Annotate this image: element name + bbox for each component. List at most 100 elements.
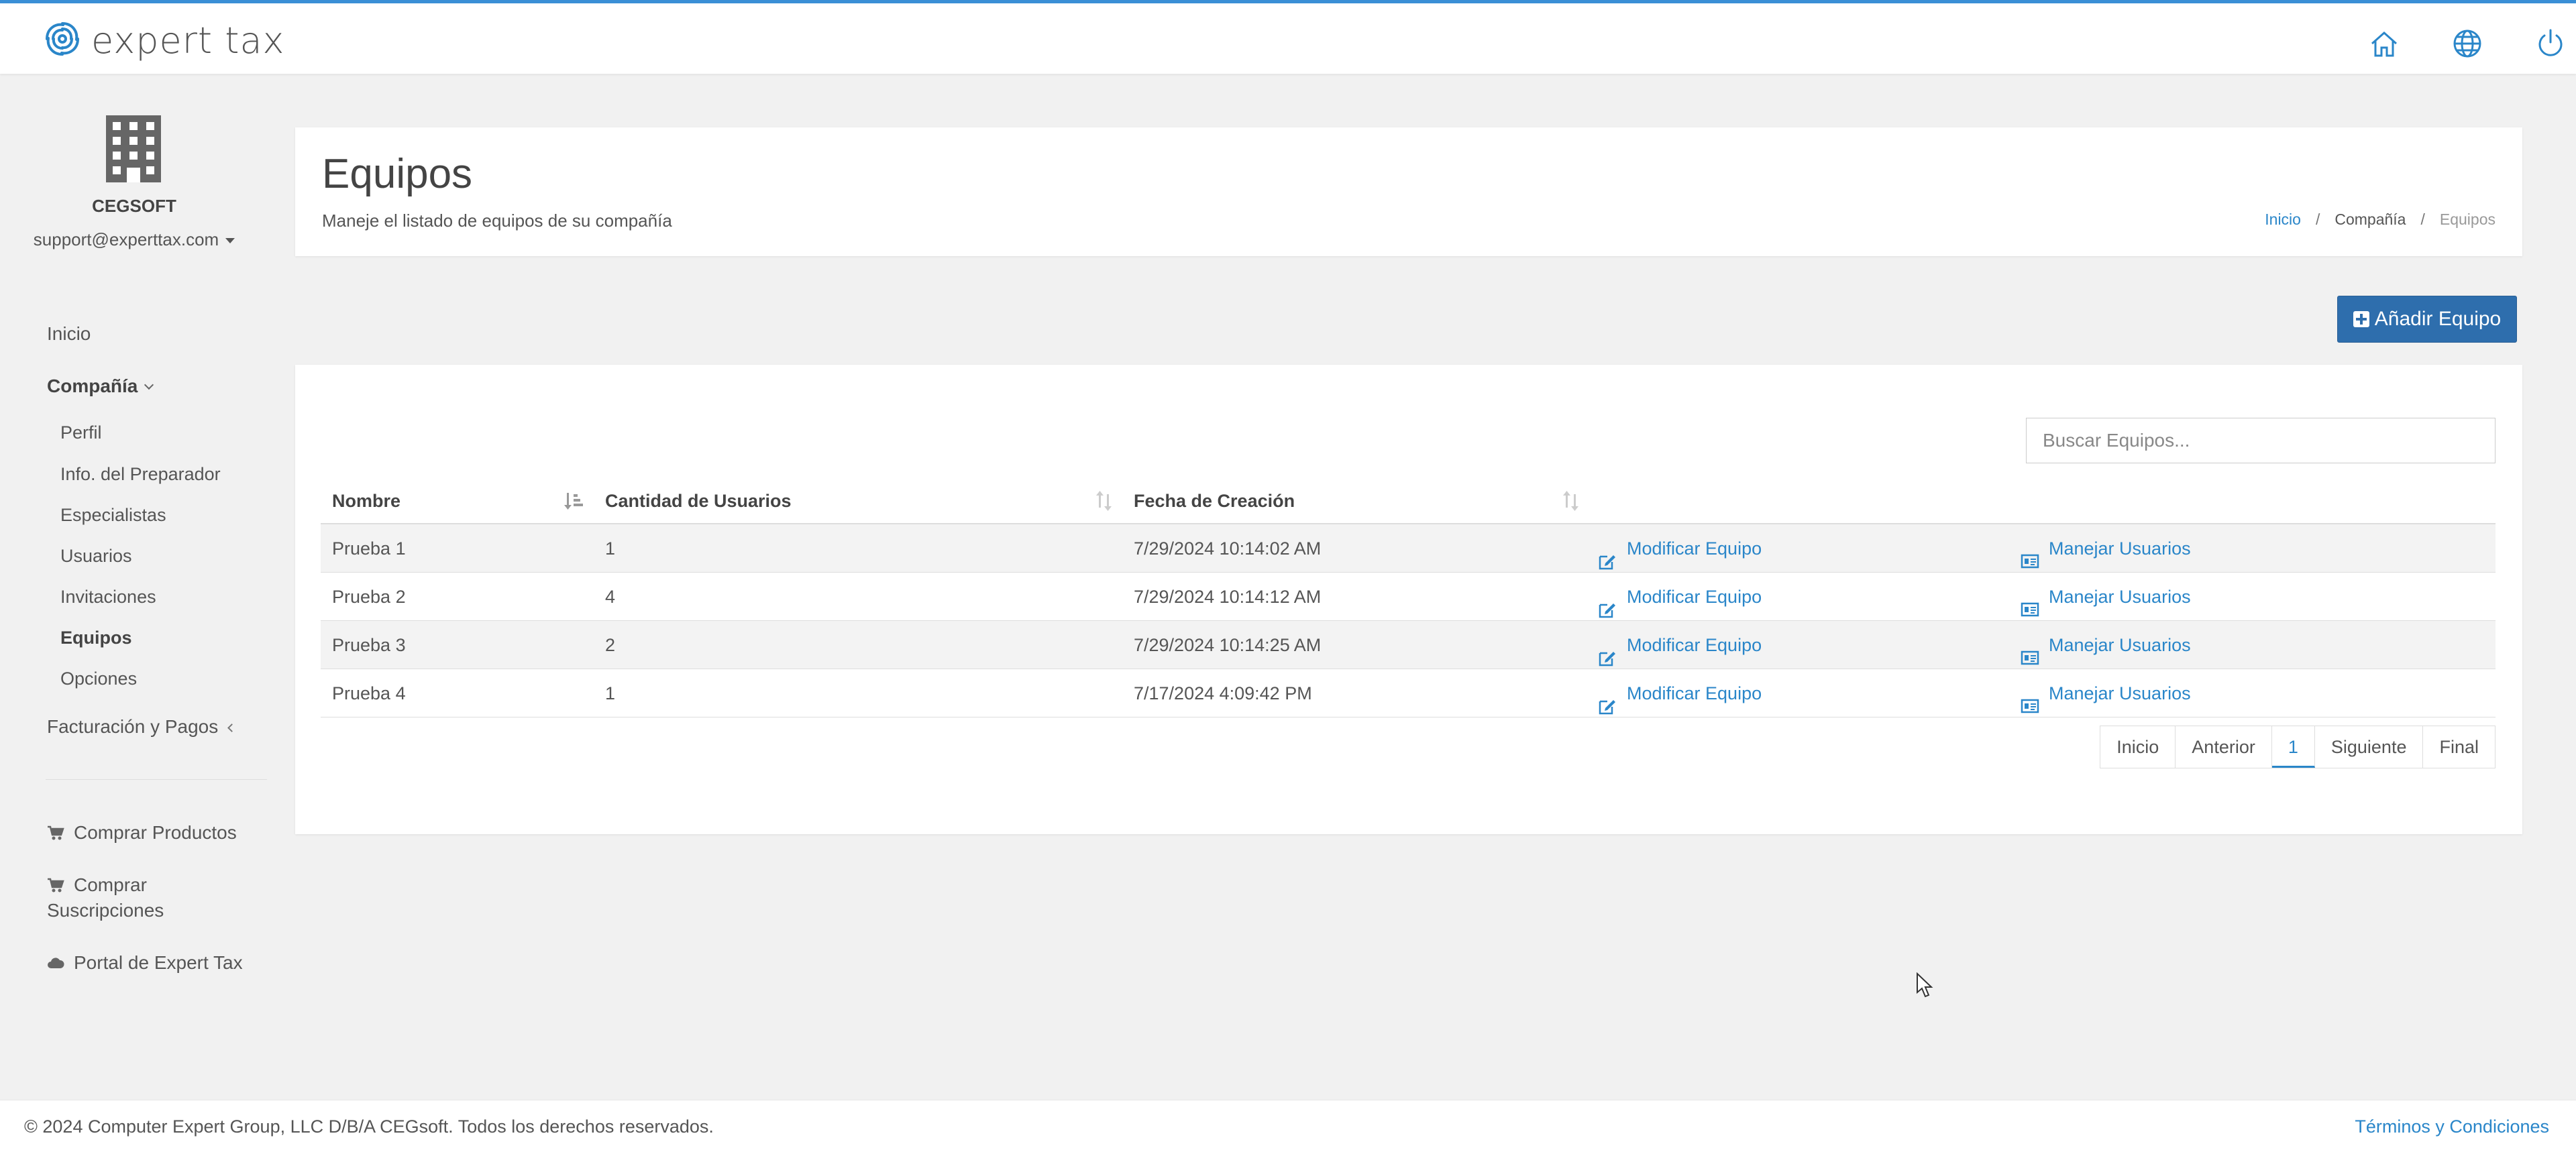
search-input[interactable]: [2026, 418, 2496, 463]
cell-name: Prueba 3: [332, 635, 406, 655]
manage-users-link[interactable]: Manejar Usuarios: [2021, 669, 2191, 717]
top-bar: expert tax: [0, 0, 2576, 74]
sidebar-item-equipos[interactable]: Equipos: [60, 628, 132, 648]
logo[interactable]: expert tax: [43, 19, 285, 62]
breadcrumb: Inicio / Compañía / Equipos: [2265, 211, 2496, 229]
table-row: Prueba 1 1 7/29/2024 10:14:02 AM Modific…: [321, 524, 2496, 573]
power-icon[interactable]: [2532, 25, 2569, 62]
sort-asc-icon[interactable]: [564, 490, 585, 512]
building-icon: [105, 114, 162, 184]
sidebar-item-inicio[interactable]: Inicio: [47, 323, 91, 345]
table-row: Prueba 2 4 7/29/2024 10:14:12 AM Modific…: [321, 573, 2496, 621]
sidebar-item-label: Facturación y Pagos: [47, 716, 219, 737]
cart-icon: [47, 876, 64, 892]
page-header-card: Equipos Maneje el listado de equipos de …: [295, 127, 2522, 256]
breadcrumb-separator: /: [2315, 211, 2320, 228]
column-header-fecha[interactable]: Fecha de Creación: [1134, 477, 1295, 524]
edit-team-label: Modificar Equipo: [1627, 635, 1762, 655]
id-card-icon: [2021, 636, 2039, 665]
sidebar-item-compania[interactable]: Compañía: [47, 376, 154, 397]
sidebar-item-label: Portal de Expert Tax: [74, 952, 243, 973]
breadcrumb-separator: /: [2420, 211, 2425, 228]
caret-down-icon: [225, 238, 235, 244]
add-team-button[interactable]: Añadir Equipo: [2337, 296, 2517, 343]
cell-name: Prueba 2: [332, 587, 406, 607]
add-team-label: Añadir Equipo: [2374, 308, 2502, 330]
user-email: support@experttax.com: [33, 229, 219, 249]
pagination-first[interactable]: Inicio: [2100, 726, 2176, 768]
pagination: Inicio Anterior 1 Siguiente Final: [2100, 726, 2496, 768]
breadcrumb-equipos: Equipos: [2439, 211, 2496, 228]
edit-team-link[interactable]: Modificar Equipo: [1599, 669, 1762, 717]
table-header: Nombre Cantidad de Usuarios Fecha de Cre…: [321, 477, 2496, 524]
cell-users: 1: [605, 538, 616, 559]
globe-icon[interactable]: [2449, 25, 2486, 62]
cell-users: 2: [605, 635, 616, 655]
sidebar-item-opciones[interactable]: Opciones: [60, 669, 137, 689]
manage-users-label: Manejar Usuarios: [2049, 587, 2191, 607]
cell-created: 7/29/2024 10:14:12 AM: [1134, 587, 1322, 607]
cell-name: Prueba 1: [332, 538, 406, 559]
company-name: CEGSOFT: [92, 196, 176, 216]
column-header-cantidad[interactable]: Cantidad de Usuarios: [605, 477, 792, 524]
manage-users-link[interactable]: Manejar Usuarios: [2021, 524, 2191, 573]
logo-text: expert tax: [91, 19, 285, 62]
terms-link[interactable]: Términos y Condiciones: [2355, 1116, 2549, 1137]
copyright-text: © 2024 Computer Expert Group, LLC D/B/A …: [24, 1116, 714, 1137]
sidebar-item-especialistas[interactable]: Especialistas: [60, 505, 166, 526]
sidebar-item-label: Compañía: [47, 376, 138, 396]
manage-users-label: Manejar Usuarios: [2049, 538, 2191, 559]
cell-users: 4: [605, 587, 616, 607]
edit-icon: [1599, 588, 1617, 618]
column-header-nombre[interactable]: Nombre: [332, 477, 400, 524]
page-subtitle: Maneje el listado de equipos de su compa…: [322, 211, 672, 231]
id-card-icon: [2021, 540, 2039, 569]
sidebar-item-portal[interactable]: Portal de Expert Tax: [47, 952, 243, 974]
chevron-left-icon: [227, 724, 237, 732]
sidebar-item-preparador[interactable]: Info. del Preparador: [60, 464, 221, 485]
manage-users-link[interactable]: Manejar Usuarios: [2021, 573, 2191, 621]
cell-created: 7/29/2024 10:14:02 AM: [1134, 538, 1322, 559]
breadcrumb-compania[interactable]: Compañía: [2334, 211, 2406, 229]
logo-swirl-icon: [43, 19, 82, 62]
user-dropdown[interactable]: support@experttax.com: [0, 229, 268, 250]
cell-created: 7/17/2024 4:09:42 PM: [1134, 683, 1312, 703]
manage-users-link[interactable]: Manejar Usuarios: [2021, 621, 2191, 669]
sidebar-item-label-line2[interactable]: Suscripciones: [47, 900, 164, 921]
home-icon[interactable]: [2365, 25, 2403, 62]
edit-icon: [1599, 636, 1617, 667]
teams-table: Nombre Cantidad de Usuarios Fecha de Cre…: [321, 477, 2496, 717]
pagination-last[interactable]: Final: [2423, 726, 2495, 768]
breadcrumb-inicio[interactable]: Inicio: [2265, 211, 2301, 229]
edit-team-link[interactable]: Modificar Equipo: [1599, 524, 1762, 573]
sidebar-item-label: Comprar: [74, 874, 147, 895]
sidebar-item-label: Comprar Productos: [74, 822, 237, 843]
edit-icon: [1599, 685, 1617, 715]
edit-icon: [1599, 540, 1617, 570]
chevron-down-icon: [144, 380, 154, 390]
sidebar-item-comprar-productos[interactable]: Comprar Productos: [47, 822, 237, 844]
pagination-next[interactable]: Siguiente: [2315, 726, 2424, 768]
manage-users-label: Manejar Usuarios: [2049, 683, 2191, 703]
cell-created: 7/29/2024 10:14:25 AM: [1134, 635, 1322, 655]
sidebar-item-usuarios[interactable]: Usuarios: [60, 546, 132, 567]
id-card-icon: [2021, 588, 2039, 617]
edit-team-link[interactable]: Modificar Equipo: [1599, 621, 1762, 669]
table-row: Prueba 4 1 7/17/2024 4:09:42 PM Modifica…: [321, 669, 2496, 717]
sidebar-item-facturacion[interactable]: Facturación y Pagos: [47, 716, 237, 738]
sidebar-item-perfil[interactable]: Perfil: [60, 422, 102, 443]
edit-team-label: Modificar Equipo: [1627, 538, 1762, 559]
sidebar-item-comprar-suscripciones[interactable]: Comprar: [47, 874, 147, 896]
pagination-prev[interactable]: Anterior: [2176, 726, 2272, 768]
edit-team-link[interactable]: Modificar Equipo: [1599, 573, 1762, 621]
cell-name: Prueba 4: [332, 683, 406, 703]
edit-team-label: Modificar Equipo: [1627, 683, 1762, 703]
sort-icon[interactable]: [1093, 490, 1115, 512]
pagination-page-current[interactable]: 1: [2271, 726, 2315, 768]
id-card-icon: [2021, 685, 2039, 713]
cloud-icon: [47, 954, 64, 970]
mouse-cursor-icon: [1916, 972, 1933, 999]
sort-icon[interactable]: [1560, 490, 1582, 512]
sidebar-item-invitaciones[interactable]: Invitaciones: [60, 587, 156, 608]
edit-team-label: Modificar Equipo: [1627, 587, 1762, 607]
